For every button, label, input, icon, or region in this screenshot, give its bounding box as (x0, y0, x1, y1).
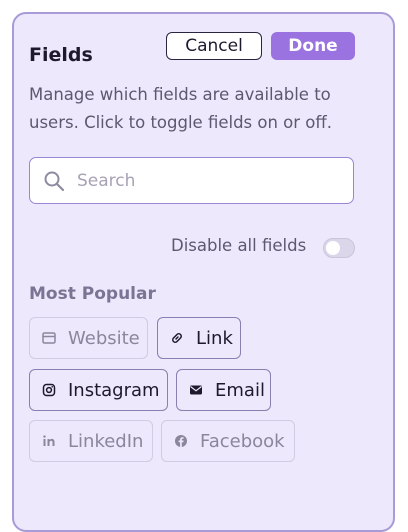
toggle-knob (326, 241, 340, 255)
browser-window-icon (38, 332, 60, 344)
field-chip-link[interactable]: Link (157, 317, 241, 359)
disable-all-toggle[interactable] (323, 238, 355, 258)
field-chip-instagram[interactable]: Instagram (29, 369, 168, 411)
field-label: Facebook (200, 430, 285, 452)
panel-title: Fields (29, 44, 93, 66)
panel-description: Manage which fields are available to use… (29, 85, 333, 132)
section-title-most-popular: Most Popular (29, 284, 156, 304)
facebook-icon (170, 434, 192, 448)
cancel-button[interactable]: Cancel (166, 32, 262, 60)
link-icon (166, 331, 188, 345)
envelope-icon (185, 384, 207, 396)
field-chip-linkedin[interactable]: LinkedIn (29, 420, 153, 462)
field-label: LinkedIn (68, 430, 144, 452)
search-icon (43, 170, 65, 192)
search-box[interactable] (29, 157, 354, 204)
field-label: Email (215, 379, 265, 401)
field-label: Website (68, 327, 140, 349)
instagram-icon (38, 383, 60, 397)
search-input[interactable] (77, 169, 337, 193)
field-chip-website[interactable]: Website (29, 317, 148, 359)
disable-all-label: Disable all fields (171, 236, 307, 255)
field-label: Instagram (68, 379, 160, 401)
done-button[interactable]: Done (271, 32, 355, 60)
field-label: Link (196, 327, 233, 349)
linkedin-icon (38, 434, 60, 448)
field-chip-facebook[interactable]: Facebook (161, 420, 295, 462)
field-chip-email[interactable]: Email (176, 369, 271, 411)
